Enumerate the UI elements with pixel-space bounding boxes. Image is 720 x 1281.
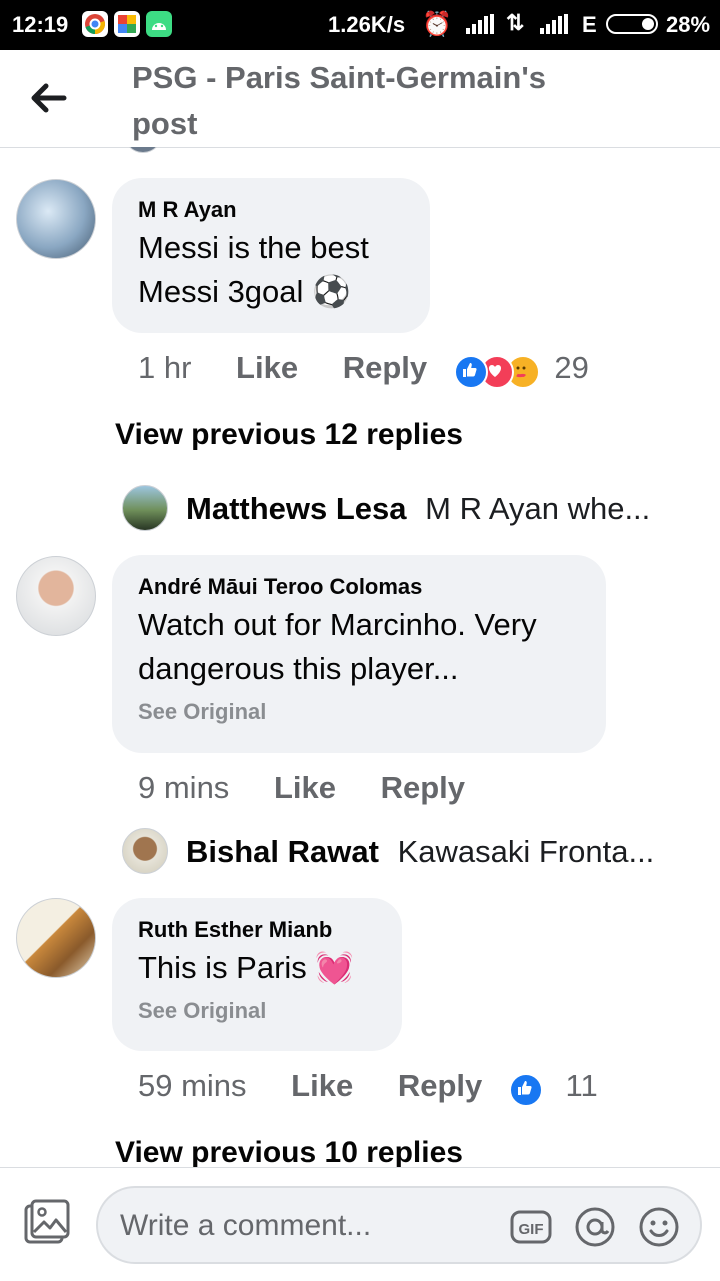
comment-input-box[interactable]: GIF [96, 1186, 702, 1264]
reply-preview[interactable]: Matthews Lesa M R Ayan whe... [186, 486, 650, 536]
comment-author[interactable]: Ruth Esther Mianb [138, 916, 376, 944]
reactions-summary[interactable] [508, 1068, 543, 1108]
network-speed: 1.26K/s [328, 12, 406, 37]
comment-time[interactable]: 59 mins [138, 1068, 247, 1103]
like-reaction-icon [508, 1072, 543, 1107]
reply-author[interactable]: Bishal Rawat [186, 834, 379, 869]
reaction-count[interactable]: 11 [566, 1068, 598, 1103]
avatar[interactable] [16, 898, 96, 978]
comment-text: Watch out for Marcinho. Very [138, 607, 537, 642]
comment-text: Messi is the best [138, 230, 369, 265]
battery-icon [606, 14, 658, 34]
avatar[interactable] [122, 828, 168, 874]
app-header: PSG - Paris Saint-Germain's post [0, 50, 720, 148]
comment-composer: GIF [0, 1167, 720, 1281]
like-reaction-icon [453, 354, 488, 389]
comment-author[interactable]: M R Ayan [138, 196, 404, 224]
back-arrow-icon[interactable] [28, 80, 68, 116]
photos-app-icon [114, 11, 140, 37]
alarm-icon: ⏰ [422, 11, 452, 38]
avatar[interactable] [122, 147, 164, 153]
mention-icon[interactable] [574, 1206, 616, 1248]
battery-percent: 28% [666, 12, 711, 37]
status-bar: 12:19 1.26K/s ⏰ ⇅ E 28% [0, 0, 720, 50]
reply-author[interactable]: Matthews Lesa [186, 491, 407, 526]
android-app-icon [146, 11, 172, 37]
comments-list[interactable]: M R Ayan Messi is the best Messi 3goal ⚽… [0, 147, 720, 1167]
comment-time[interactable]: 1 hr [138, 350, 191, 385]
chrome-app-icon [82, 11, 108, 37]
signal-icon-2 [540, 14, 568, 34]
comment-text: This is Paris 💓 [138, 950, 355, 985]
comment-actions: 1 hr Like Reply 29 [138, 348, 589, 390]
like-button[interactable]: Like [274, 770, 336, 805]
comment-text: Messi 3goal ⚽ [138, 274, 351, 309]
reactions-summary[interactable] [453, 350, 540, 390]
comment-actions: 9 mins Like Reply [138, 768, 465, 808]
reply-text: Kawasaki Fronta... [397, 834, 655, 869]
emoji-icon[interactable] [638, 1206, 680, 1248]
photo-icon[interactable] [22, 1198, 72, 1248]
reply-button[interactable]: Reply [343, 350, 427, 385]
gif-label: GIF [519, 1221, 544, 1238]
page-title: PSG - Paris Saint-Germain's post [132, 60, 546, 141]
comment-author[interactable]: André Māui Teroo Colomas [138, 573, 580, 601]
reaction-count[interactable]: 29 [554, 350, 588, 385]
avatar[interactable] [122, 485, 168, 531]
reply-text: M R Ayan whe... [425, 491, 651, 526]
gif-icon[interactable]: GIF [510, 1206, 552, 1248]
like-button[interactable]: Like [236, 350, 298, 385]
comment-input[interactable] [118, 1204, 502, 1248]
avatar[interactable] [16, 179, 96, 259]
comment-actions: 59 mins Like Reply 11 [138, 1066, 598, 1108]
like-button[interactable]: Like [291, 1068, 353, 1103]
status-time: 12:19 [12, 12, 69, 37]
comment-time[interactable]: 9 mins [138, 770, 229, 805]
network-type: E [582, 12, 597, 37]
signal-icon [466, 14, 494, 34]
view-previous-replies[interactable]: View previous 10 replies [115, 1136, 463, 1167]
comment-text: dangerous this player... [138, 651, 459, 686]
see-original-link[interactable]: See Original [138, 998, 376, 1024]
comment-bubble[interactable]: Ruth Esther Mianb This is Paris 💓 See Or… [112, 898, 402, 1051]
view-previous-replies[interactable]: View previous 12 replies [115, 418, 463, 452]
comment-bubble[interactable]: M R Ayan Messi is the best Messi 3goal ⚽ [112, 178, 430, 333]
data-transfer-icon: ⇅ [506, 10, 525, 35]
see-original-link[interactable]: See Original [138, 699, 580, 725]
reply-button[interactable]: Reply [381, 770, 465, 805]
reply-preview[interactable]: Bishal Rawat Kawasaki Fronta... [186, 829, 654, 879]
avatar[interactable] [16, 556, 96, 636]
comment-bubble[interactable]: André Māui Teroo Colomas Watch out for M… [112, 555, 606, 753]
reply-button[interactable]: Reply [398, 1068, 482, 1103]
